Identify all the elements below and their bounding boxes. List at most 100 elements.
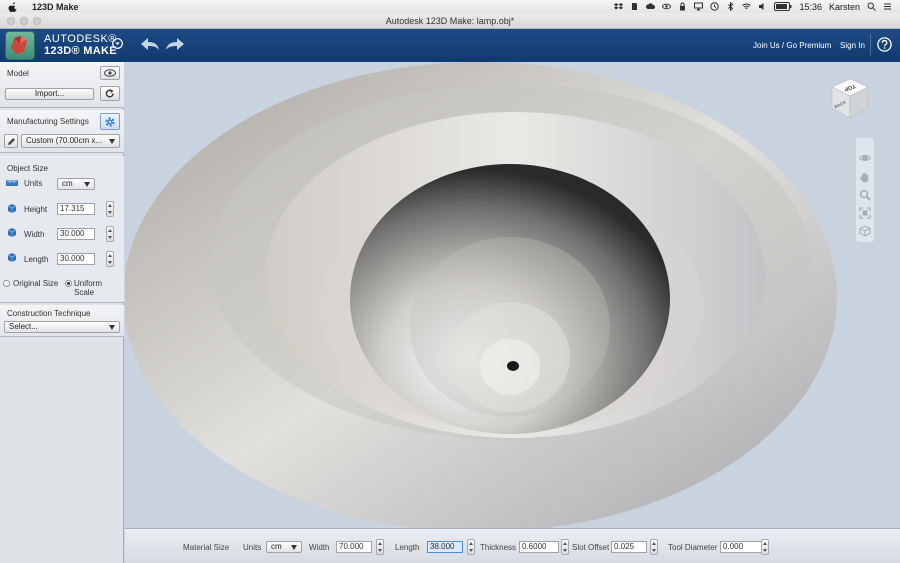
join-premium-link[interactable]: Join Us / Go Premium: [753, 41, 831, 50]
length-icon: [7, 253, 17, 262]
height-stepper[interactable]: [106, 201, 114, 217]
material-thickness-input[interactable]: 0.6000: [519, 541, 559, 553]
wifi-icon[interactable]: [742, 2, 752, 11]
menubar-user[interactable]: Karsten: [829, 2, 860, 12]
header-divider: [870, 34, 871, 56]
minimize-window-button[interactable]: [20, 17, 28, 25]
sign-in-link[interactable]: Sign In: [840, 41, 865, 50]
settings-sidebar: Model Import... Manufacturing Settings C…: [0, 62, 124, 563]
construction-technique-select[interactable]: Select...: [4, 321, 120, 333]
length-label: Length: [24, 255, 49, 264]
width-label: Width: [24, 230, 45, 239]
window-controls: [7, 17, 41, 25]
app-header: AUTODESK® 123D® MAKE Join Us / Go Premiu…: [0, 29, 900, 62]
material-length-input[interactable]: 38.000: [427, 541, 463, 553]
navigation-bar: [856, 138, 874, 242]
app-menu-name[interactable]: 123D Make: [32, 2, 79, 12]
app-logo-icon[interactable]: [5, 31, 35, 60]
height-icon: [7, 204, 17, 213]
bluetooth-icon[interactable]: [726, 2, 735, 11]
model-label: Model: [7, 69, 29, 78]
chevron-down-icon: [109, 325, 115, 330]
uniform-scale-label: Uniform Scale: [74, 279, 103, 297]
material-units-select[interactable]: cm: [266, 541, 302, 553]
help-icon[interactable]: [877, 37, 892, 52]
edit-material-button[interactable]: [4, 134, 18, 148]
status-menus: 15:36 Karsten: [614, 0, 900, 13]
eye-icon[interactable]: [662, 2, 672, 11]
tool-diameter-label: Tool Diameter: [668, 543, 718, 552]
units-value: cm: [62, 179, 73, 188]
height-label: Height: [24, 205, 48, 214]
redo-icon[interactable]: [165, 37, 185, 51]
spotlight-search-icon[interactable]: [867, 2, 876, 11]
orbit-icon[interactable]: [859, 152, 871, 164]
material-width-input[interactable]: 70.000: [336, 541, 372, 553]
manufacturing-preset-value: Custom (70.00cm x...: [26, 136, 103, 145]
zoom-window-button[interactable]: [33, 17, 41, 25]
eye-icon: [104, 69, 116, 77]
slot-offset-input[interactable]: 0.025: [611, 541, 647, 553]
import-button[interactable]: Import...: [5, 88, 94, 100]
notification-center-icon[interactable]: [883, 2, 892, 11]
construction-technique-label: Construction Technique: [7, 309, 91, 318]
uniform-scale-radio[interactable]: [65, 280, 72, 287]
brand-autodesk: AUTODESK®: [44, 33, 117, 45]
gear-icon: [105, 117, 115, 127]
app-menu-dropdown-icon[interactable]: [112, 38, 123, 49]
units-label: Units: [24, 179, 43, 188]
object-size-section: Object Size Units cm Height 17.315 Width…: [0, 156, 124, 303]
undo-icon[interactable]: [140, 37, 160, 51]
manufacturing-preset-select[interactable]: Custom (70.00cm x...: [21, 134, 120, 148]
material-thickness-stepper[interactable]: [561, 539, 569, 555]
chevron-down-icon: [109, 139, 115, 144]
tool-diameter-stepper[interactable]: [761, 539, 769, 555]
material-thickness-label: Thickness: [480, 543, 517, 552]
manufacturing-settings-button[interactable]: [100, 113, 120, 130]
zoom-icon[interactable]: [859, 189, 871, 201]
time-machine-icon[interactable]: [710, 2, 720, 11]
manufacturing-settings-label: Manufacturing Settings: [7, 117, 89, 126]
construction-section: Construction Technique Select...: [0, 305, 124, 337]
viewcube-icon[interactable]: TOP BACK: [826, 75, 872, 121]
material-units-value: cm: [271, 542, 282, 551]
height-input[interactable]: 17.315: [57, 203, 95, 215]
close-window-button[interactable]: [7, 17, 15, 25]
manufacturing-section: Manufacturing Settings Custom (70.00cm x…: [0, 110, 124, 153]
macos-menubar: 123D Make 15:36 Karsten: [0, 0, 900, 13]
pan-hand-icon[interactable]: [859, 171, 871, 183]
chevron-down-icon: [291, 545, 297, 550]
refresh-icon: [105, 89, 114, 98]
pencil-icon: [7, 138, 15, 145]
battery-icon[interactable]: [774, 2, 792, 11]
slot-offset-label: Slot Offset: [572, 543, 610, 552]
zoom-extents-icon[interactable]: [859, 207, 871, 219]
width-stepper[interactable]: [106, 226, 114, 242]
toggle-visibility-button[interactable]: [100, 66, 120, 80]
home-view-icon[interactable]: [859, 225, 871, 237]
material-length-stepper[interactable]: [467, 539, 475, 555]
evernote-icon[interactable]: [630, 2, 639, 11]
refresh-button[interactable]: [100, 86, 120, 101]
apple-menu-icon[interactable]: [8, 1, 18, 12]
menubar-clock[interactable]: 15:36: [799, 2, 822, 12]
material-width-stepper[interactable]: [376, 539, 384, 555]
width-input[interactable]: 30.000: [57, 228, 95, 240]
material-length-label: Length: [395, 543, 420, 552]
length-stepper[interactable]: [106, 251, 114, 267]
volume-icon[interactable]: [758, 2, 767, 11]
units-select[interactable]: cm: [57, 178, 95, 190]
material-units-label: Units: [243, 543, 262, 552]
window-titlebar[interactable]: Autodesk 123D Make: lamp.obj*: [0, 13, 900, 29]
cloud-icon[interactable]: [646, 2, 656, 11]
dropbox-icon[interactable]: [614, 2, 624, 11]
airplay-icon[interactable]: [694, 2, 704, 11]
original-size-radio[interactable]: [3, 280, 10, 287]
lamp-model[interactable]: [125, 62, 900, 528]
slot-offset-stepper[interactable]: [650, 539, 658, 555]
3d-viewport[interactable]: [125, 62, 900, 528]
tool-diameter-input[interactable]: 0.000: [720, 541, 762, 553]
lock-icon[interactable]: [678, 2, 687, 11]
width-icon: [7, 228, 17, 237]
length-input[interactable]: 30.000: [57, 253, 95, 265]
